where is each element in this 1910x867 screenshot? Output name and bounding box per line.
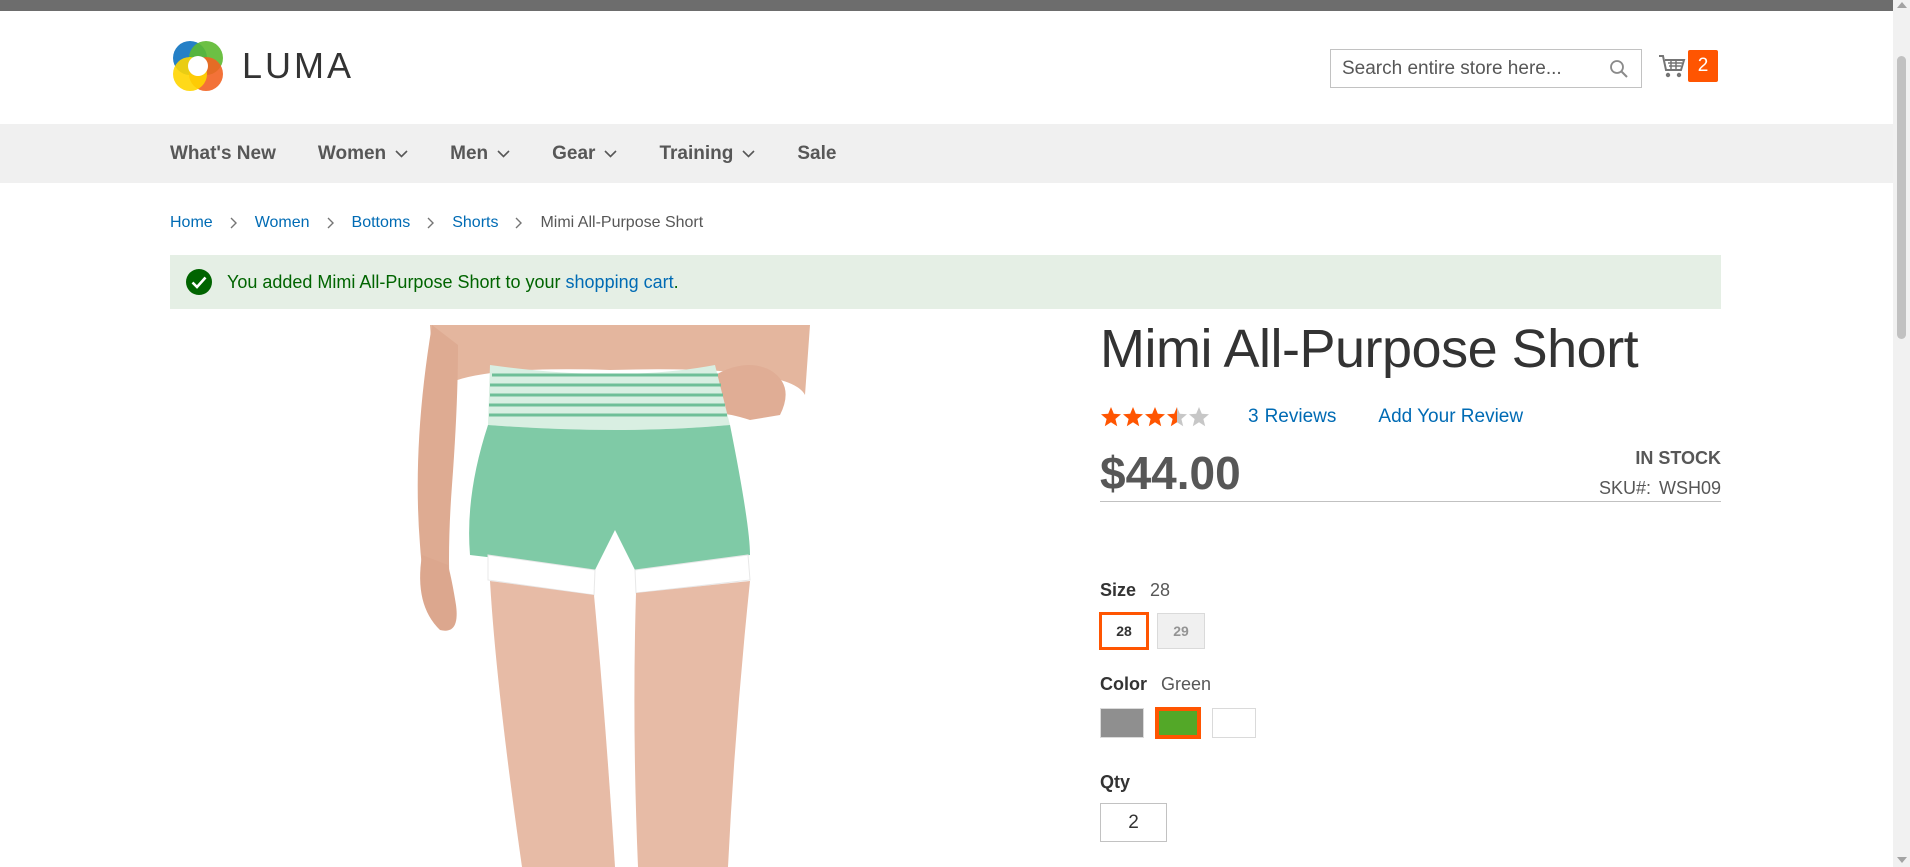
chevron-down-icon [604, 149, 618, 158]
breadcrumb: Home Women Bottoms Shorts Mimi All-Purpo… [170, 214, 703, 232]
nav-item-sale[interactable]: Sale [797, 143, 836, 165]
checkmark-circle-icon [186, 269, 212, 295]
scrollbar-thumb[interactable] [1897, 56, 1906, 339]
breadcrumb-women[interactable]: Women [255, 214, 310, 232]
product-title: Mimi All-Purpose Short [1100, 319, 1639, 379]
search-input[interactable] [1331, 50, 1601, 87]
search-icon[interactable] [1609, 59, 1629, 79]
star-icon [1123, 407, 1143, 427]
add-review-link[interactable]: Add Your Review [1378, 406, 1523, 428]
luma-logo-icon [173, 41, 223, 91]
cart-count-badge[interactable]: 2 [1688, 50, 1718, 82]
sku-value: WSH09 [1658, 478, 1721, 498]
page-scrollbar[interactable] [1893, 0, 1910, 867]
star-half-icon [1167, 407, 1187, 427]
product-sku: SKU#: WSH09 [1599, 478, 1721, 499]
message-suffix: . [673, 271, 679, 292]
nav-item-whats-new[interactable]: What's New [170, 143, 276, 165]
star-empty-icon [1189, 407, 1209, 427]
cart-icon [1659, 55, 1686, 78]
qty-input[interactable] [1100, 803, 1167, 842]
nav-label: Training [659, 142, 734, 164]
store-logo[interactable]: LUMA [170, 38, 354, 94]
star-icon [1145, 407, 1165, 427]
header: LUMA 2 [0, 11, 1893, 124]
breadcrumb-bottoms[interactable]: Bottoms [352, 214, 411, 232]
breadcrumb-current: Mimi All-Purpose Short [540, 214, 704, 231]
nav-item-gear[interactable]: Gear [552, 142, 618, 165]
chevron-down-icon [497, 149, 510, 158]
color-label: Color [1100, 674, 1147, 694]
reviews-link[interactable]: 3 Reviews [1248, 406, 1336, 428]
main-nav: What's New Women Men Gear Training Sale [0, 124, 1893, 183]
size-swatches: 28 29 [1099, 612, 1214, 650]
color-swatch-gray[interactable] [1100, 708, 1144, 738]
chevron-right-icon [230, 217, 237, 229]
minicart[interactable]: 2 [1658, 50, 1718, 82]
breadcrumb-home[interactable]: Home [170, 214, 213, 232]
success-message: You added Mimi All-Purpose Short to your… [170, 255, 1721, 309]
nav-item-training[interactable]: Training [659, 143, 755, 165]
chevron-right-icon [327, 217, 334, 229]
nav-item-women[interactable]: Women [318, 143, 408, 165]
size-label: Size [1100, 580, 1137, 600]
reviews-count: 3 [1248, 406, 1259, 427]
star-icon [1101, 407, 1121, 427]
stock-status: IN STOCK [1635, 448, 1721, 468]
search-box [1330, 49, 1642, 88]
rating-summary: 3 Reviews Add Your Review [1100, 404, 1721, 430]
top-bar [0, 0, 1893, 11]
qty-label: Qty [1100, 772, 1131, 792]
chevron-right-icon [427, 217, 435, 229]
size-selected-value: 28 [1150, 580, 1171, 600]
chevron-down-icon [395, 149, 408, 158]
color-swatch-white[interactable] [1212, 708, 1256, 738]
message-body: You added Mimi All-Purpose Short to your [227, 271, 566, 292]
nav-label: Gear [552, 142, 596, 164]
product-photo [410, 325, 830, 867]
scroll-up-arrow-icon[interactable] [1897, 2, 1907, 8]
product-image[interactable] [410, 325, 830, 867]
scroll-down-arrow-icon[interactable] [1897, 857, 1907, 863]
reviews-label: Reviews [1264, 406, 1337, 427]
nav-item-men[interactable]: Men [450, 143, 510, 165]
nav-label: What's New [170, 142, 276, 164]
sku-label: SKU#: [1598, 478, 1651, 498]
logo-text: LUMA [242, 45, 355, 86]
size-option: Size 28 28 29 [1099, 580, 1214, 650]
chevron-right-icon [515, 217, 523, 229]
price-row: $44.00 IN STOCK SKU#: WSH09 [1100, 444, 1721, 502]
nav-label: Sale [797, 142, 837, 164]
size-swatch-28[interactable]: 28 [1099, 612, 1149, 650]
color-swatches [1100, 707, 1268, 739]
color-option: Color Green [1100, 674, 1268, 739]
product-info: Mimi All-Purpose Short 3 Reviews Add Your… [1099, 316, 1721, 842]
color-swatch-green[interactable] [1155, 707, 1201, 739]
breadcrumb-shorts[interactable]: Shorts [452, 214, 498, 232]
nav-label: Men [450, 142, 489, 164]
nav-label: Women [317, 142, 387, 164]
qty-option: Qty [1100, 772, 1167, 842]
size-swatch-29[interactable]: 29 [1157, 613, 1205, 649]
chevron-down-icon [742, 149, 755, 158]
product-price: $44.00 [1100, 447, 1241, 499]
message-text: You added Mimi All-Purpose Short to your… [227, 272, 679, 293]
shopping-cart-link[interactable]: shopping cart [566, 272, 674, 292]
color-selected-value: Green [1161, 674, 1212, 694]
rating-stars [1100, 406, 1210, 428]
